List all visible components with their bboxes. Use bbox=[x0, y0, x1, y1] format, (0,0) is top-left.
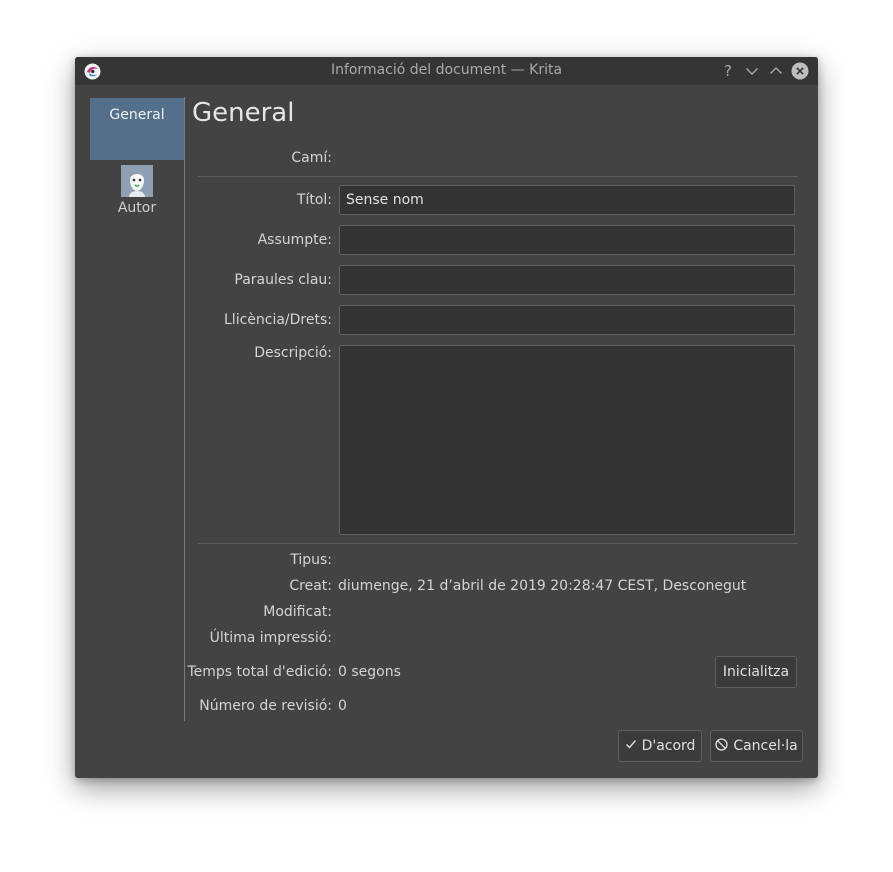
license-label: Llicència/Drets: bbox=[224, 312, 332, 328]
revision-value: 0 bbox=[338, 698, 347, 714]
type-label: Tipus: bbox=[290, 552, 332, 568]
help-button[interactable]: ? bbox=[719, 62, 737, 80]
subject-input[interactable] bbox=[339, 225, 795, 255]
reset-button[interactable]: Inicialitza bbox=[715, 656, 797, 688]
subject-label: Assumpte: bbox=[257, 232, 332, 248]
cancel-circle-icon bbox=[715, 737, 728, 755]
license-input[interactable] bbox=[339, 305, 795, 335]
title-bar[interactable]: Informació del document — Krita ? bbox=[75, 57, 818, 85]
modified-label: Modificat: bbox=[263, 604, 332, 620]
path-label: Camí: bbox=[291, 150, 332, 166]
chevron-down-icon[interactable] bbox=[743, 62, 761, 80]
revision-label: Número de revisió: bbox=[199, 698, 332, 714]
edit-time-label: Temps total d'edició: bbox=[187, 664, 332, 680]
ok-button-label: D'acord bbox=[641, 738, 696, 754]
sidebar-item-label: General bbox=[109, 107, 165, 123]
title-input[interactable] bbox=[339, 185, 795, 215]
author-avatar-icon bbox=[121, 165, 153, 197]
last-print-label: Última impressió: bbox=[209, 630, 332, 646]
description-textarea[interactable] bbox=[339, 345, 795, 535]
document-info-dialog: Informació del document — Krita ? Genera… bbox=[75, 57, 818, 778]
divider bbox=[198, 176, 798, 177]
title-label: Títol: bbox=[296, 192, 332, 208]
ok-button[interactable]: D'acord bbox=[618, 730, 702, 762]
sidebar-item-author[interactable]: Autor bbox=[90, 165, 184, 225]
keywords-label: Paraules clau: bbox=[234, 272, 332, 288]
page-title: General bbox=[192, 98, 295, 128]
cancel-button[interactable]: Cancel·la bbox=[710, 730, 803, 762]
cancel-button-label: Cancel·la bbox=[733, 738, 798, 754]
description-label: Descripció: bbox=[254, 345, 332, 361]
reset-button-label: Inicialitza bbox=[722, 664, 790, 680]
checkmark-icon bbox=[625, 738, 637, 754]
page-sidebar: General Autor bbox=[90, 97, 185, 721]
sidebar-item-label: Autor bbox=[117, 200, 157, 216]
edit-time-value: 0 segons bbox=[338, 664, 401, 680]
created-label: Creat: bbox=[289, 578, 332, 594]
created-value: diumenge, 21 d’abril de 2019 20:28:47 CE… bbox=[338, 578, 747, 594]
close-circle-icon[interactable] bbox=[791, 62, 809, 80]
sidebar-item-general[interactable]: General bbox=[90, 98, 184, 160]
keywords-input[interactable] bbox=[339, 265, 795, 295]
divider bbox=[198, 543, 798, 544]
chevron-up-icon[interactable] bbox=[767, 62, 785, 80]
window-title: Informació del document — Krita bbox=[330, 62, 563, 78]
